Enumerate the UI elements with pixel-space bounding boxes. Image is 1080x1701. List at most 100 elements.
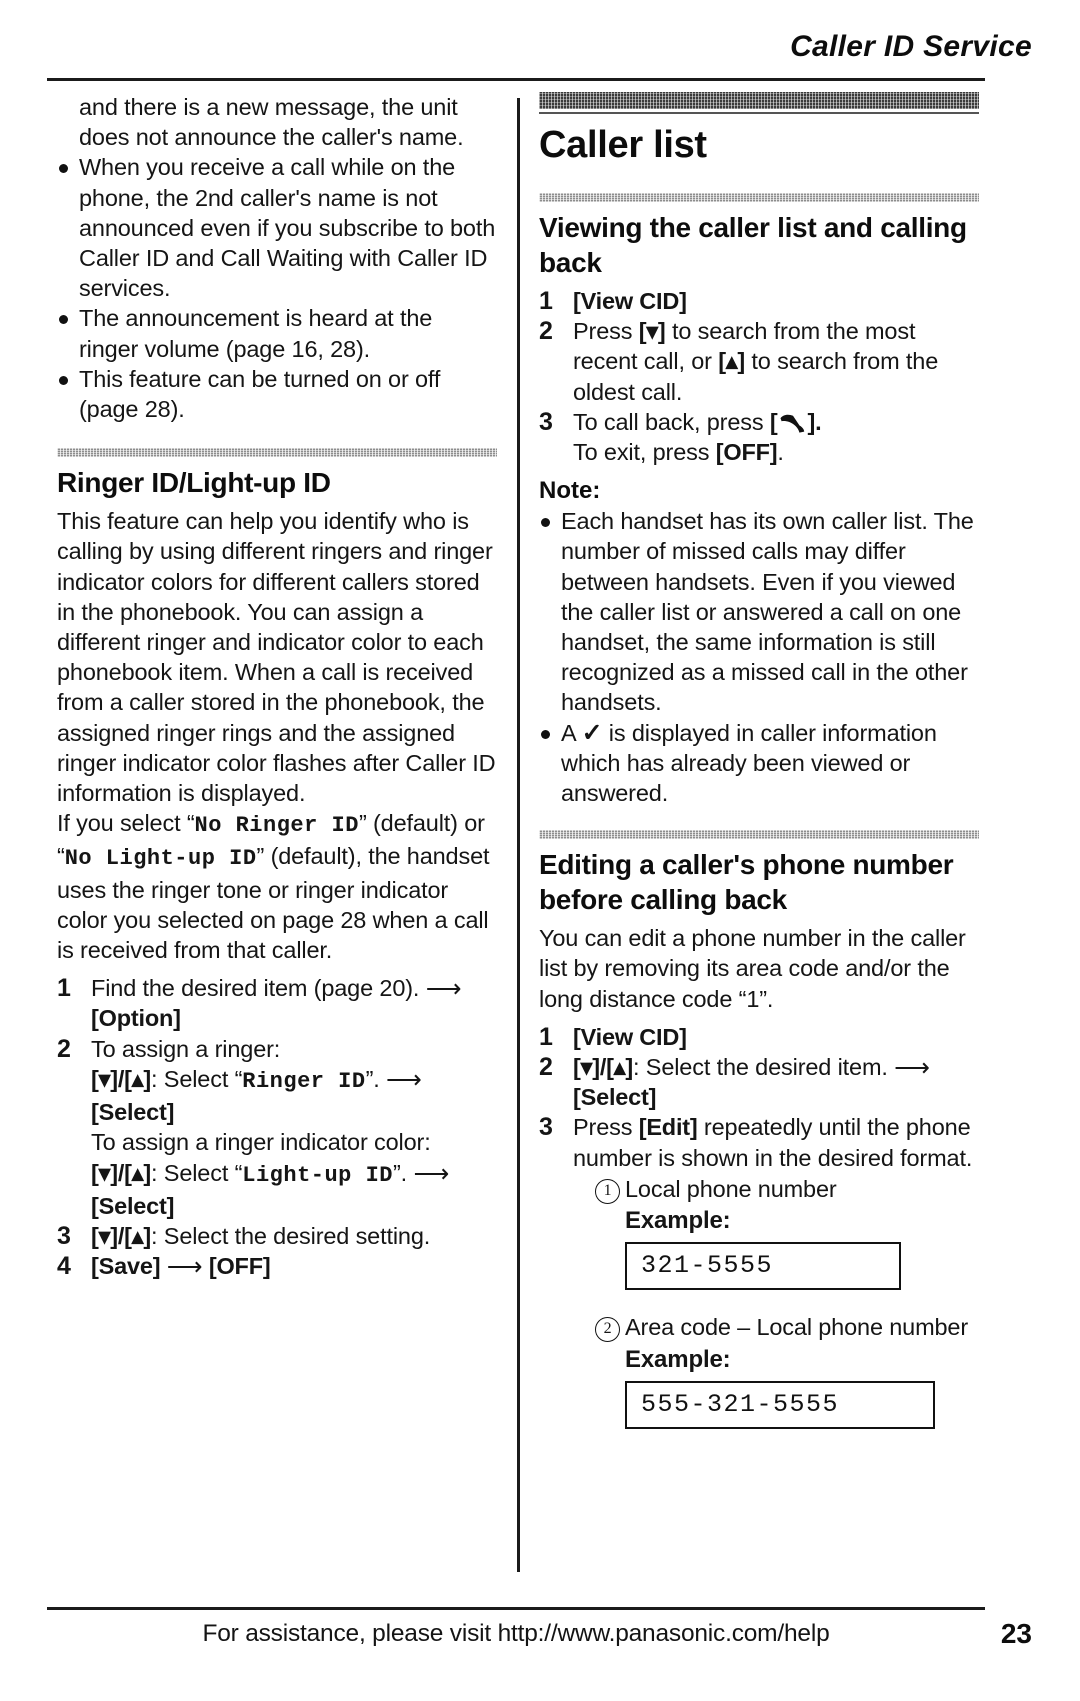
step-item: 3 Press [Edit] repeatedly until the phon… [539, 1112, 979, 1430]
step-item: 1 Find the desired item (page 20). ⟶ [Op… [57, 973, 497, 1033]
document-page: Caller ID Service and there is a new mes… [0, 0, 1080, 1701]
two-column-body: and there is a new message, the unit doe… [47, 92, 985, 1572]
list-item: A ✓ is displayed in caller information w… [539, 718, 979, 809]
editing-number-steps: 1 [View CID] 2 [▾]/[▴]: Select the desir… [539, 1022, 979, 1430]
mono-value-no-ringer-id: No Ringer ID [194, 813, 359, 839]
step-text: Press [573, 318, 639, 345]
arrow-right-icon: ⟶ [386, 1065, 422, 1094]
step-number: 2 [539, 317, 553, 346]
step-item: 2 To assign a ringer: [▾]/[▴]: Select “R… [57, 1034, 497, 1221]
step-item: 3 To call back, press []. To exit, press… [539, 407, 979, 467]
key-bracket-close: ]. [807, 408, 822, 435]
mono-value-no-light-up-id: No Light-up ID [64, 846, 257, 872]
viewing-caller-list-steps: 1 [View CID] 2 Press [▾] to search from … [539, 286, 979, 467]
key-label-save: [Save] [91, 1253, 161, 1280]
continued-bullet-text: and there is a new message, the unit doe… [79, 94, 464, 151]
footer-assistance-text: For assistance, please visit http://www.… [202, 1620, 830, 1647]
circled-number-1: 1 [595, 1178, 620, 1204]
section-heading-ringer-id: Ringer ID/Light-up ID [57, 467, 331, 499]
mono-value-ringer-id: Ringer ID [242, 1068, 366, 1094]
step-text: Find the desired item (page 20). [91, 975, 420, 1002]
note-bullet-list: Each handset has its own caller list. Th… [539, 506, 979, 808]
key-label-edit: [Edit] [638, 1114, 698, 1141]
step-text: : Select the desired setting. [151, 1222, 431, 1249]
mono-value-light-up-id: Light-up ID [242, 1162, 393, 1188]
arrow-right-icon: ⟶ [413, 1159, 450, 1188]
key-label-off: [OFF] [208, 1253, 271, 1280]
step-item: 2 [▾]/[▴]: Select the desired item. ⟶ [S… [539, 1052, 979, 1112]
circled-number-2: 2 [595, 1317, 620, 1343]
example-box-local-number: 321-5555 [625, 1242, 901, 1291]
step-item: 2 Press [▾] to search from the most rece… [539, 316, 979, 407]
editing-intro-paragraph: You can edit a phone number in the calle… [539, 925, 966, 1012]
step-text: : Select “ [151, 1065, 243, 1092]
step-number: 3 [539, 1113, 553, 1142]
key-label-off: [OFF] [715, 439, 778, 466]
step-text: : Select the desired item. [633, 1054, 888, 1081]
key-label-select: [Select] [91, 1192, 175, 1219]
section-heading-viewing-caller-list: Viewing the caller list and calling back [539, 212, 967, 278]
step-number: 1 [539, 287, 553, 315]
step-number: 4 [57, 1252, 71, 1281]
step-number: 1 [57, 974, 71, 1003]
key-label-navigation: [▾]/[▴] [91, 1159, 152, 1186]
section-divider-bar [57, 448, 497, 458]
step-text: ”. [365, 1065, 380, 1092]
step-text: : Select “ [151, 1159, 243, 1186]
list-item: When you receive a call while on the pho… [57, 152, 497, 303]
step-text: To exit, press [573, 439, 716, 466]
ringer-id-body-paragraph-2: If you select “No Ringer ID” (default) o… [57, 808, 497, 965]
header-divider-rule [47, 78, 985, 81]
text-fragment: If you select “ [57, 810, 195, 837]
example-label-text: Area code – Local phone number [625, 1314, 969, 1341]
phone-number-value: 321-5555 [641, 1251, 774, 1281]
step-item: 4 [Save] ⟶ [OFF] [57, 1251, 497, 1281]
chapter-title-caller-list: Caller list [539, 124, 707, 166]
page-footer: For assistance, please visit http://www.… [47, 1620, 985, 1648]
note-heading: Note: [539, 477, 601, 505]
chapter-divider-bar [539, 92, 979, 109]
example-caption: Example: [625, 1207, 731, 1235]
section-divider-bar [539, 193, 979, 202]
list-item: Each handset has its own caller list. Th… [539, 506, 979, 717]
arrow-right-icon: ⟶ [166, 1253, 203, 1282]
checkmark-icon: ✓ [581, 718, 603, 747]
arrow-right-icon: ⟶ [894, 1054, 930, 1083]
step-number: 3 [57, 1221, 71, 1250]
example-label-text: Local phone number [625, 1175, 837, 1202]
step-item: 3 [▾]/[▴]: Select the desired setting. [57, 1221, 497, 1251]
step-text: ”. [393, 1159, 408, 1186]
ringer-id-body-paragraph-1: This feature can help you identify who i… [57, 508, 496, 807]
arrow-right-icon: ⟶ [425, 975, 462, 1004]
page-number: 23 [1000, 1618, 1032, 1649]
right-column: Caller list Viewing the caller list and … [539, 92, 979, 1572]
step-text: To call back, press [573, 408, 770, 435]
phone-handset-icon [777, 413, 807, 433]
list-item: The announcement is heard at the ringer … [57, 303, 497, 363]
column-divider [517, 98, 520, 1572]
text-fragment: A [561, 719, 582, 746]
key-label-navigation: [▾]/[▴] [91, 1065, 152, 1092]
footer-divider-rule [47, 1607, 985, 1610]
step-number: 2 [539, 1053, 553, 1082]
step-text: To assign a ringer indicator color: [91, 1129, 431, 1156]
example-caption: Example: [625, 1345, 731, 1373]
example-entry: 2 Area code – Local phone number [573, 1312, 979, 1343]
example-box-area-code-number: 555-321-5555 [625, 1380, 935, 1430]
step-number: 3 [539, 407, 553, 436]
page-title: Caller ID Service [790, 30, 1032, 63]
key-label-navigation: [▾]/[▴] [573, 1054, 634, 1081]
step-number: 2 [57, 1034, 71, 1063]
step-item: 1 [View CID] [539, 286, 979, 316]
key-bracket-open: [ [769, 408, 778, 435]
key-label-select: [Select] [91, 1099, 175, 1126]
key-label-navigation: [▾]/[▴] [91, 1222, 152, 1249]
key-label-select: [Select] [573, 1084, 657, 1111]
left-column: and there is a new message, the unit doe… [57, 92, 497, 1572]
page-header: Caller ID Service [55, 30, 1032, 64]
list-item: This feature can be turned on or off (pa… [57, 364, 497, 424]
key-label-option: [Option] [91, 1005, 181, 1032]
key-label-up-arrow: [▴] [718, 348, 746, 375]
step-number: 1 [539, 1022, 553, 1051]
phone-number-value: 555-321-5555 [641, 1389, 840, 1419]
